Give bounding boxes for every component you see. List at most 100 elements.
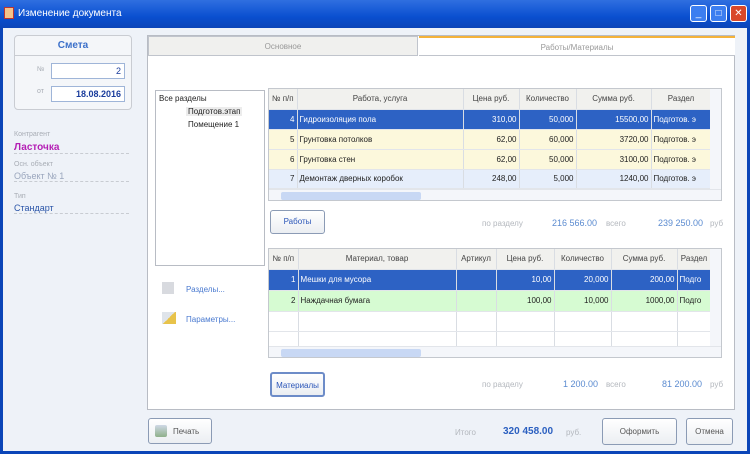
vertical-scrollbar[interactable]: [710, 249, 721, 346]
col-header[interactable]: Материал, товар: [298, 249, 457, 270]
cell: 15500,00: [576, 109, 652, 130]
works-total: 239 250.00: [658, 218, 704, 228]
minimize-button[interactable]: _: [690, 5, 707, 22]
close-button[interactable]: ✕: [730, 5, 747, 22]
tree-item[interactable]: Помещение 1: [186, 120, 241, 129]
works-table: № п/п Работа, услуга Цена руб. Количеств…: [268, 88, 722, 201]
number-label: №: [37, 66, 45, 73]
section-tree: Все разделы Подготов.этап Помещение 1: [155, 90, 265, 266]
col-header[interactable]: Количество: [519, 89, 577, 110]
col-header[interactable]: № п/п: [269, 89, 298, 110]
col-header[interactable]: Количество: [554, 249, 612, 270]
maximize-button[interactable]: □: [710, 5, 727, 22]
empty-row: [269, 311, 712, 332]
title-bar: Изменение документа _ □ ✕: [0, 0, 750, 28]
col-header[interactable]: Раздел: [677, 249, 712, 270]
cell: 5: [269, 129, 298, 150]
cell: 100,00: [496, 290, 555, 312]
cell: 1240,00: [576, 169, 652, 189]
counterparty-label: Контрагент: [14, 131, 51, 138]
cell: [456, 290, 497, 312]
print-label: Печать: [173, 427, 200, 436]
cell: 200,00: [611, 269, 678, 291]
materials-section-label: по разделу: [482, 380, 523, 389]
cell: Демонтаж дверных коробок: [297, 169, 464, 189]
table-row[interactable]: 1 Мешки для мусора 10,00 20,000 200,00 Подго: [269, 269, 712, 291]
cell: Подготов. э: [651, 109, 712, 130]
cell: Гидроизоляция пола: [297, 109, 464, 130]
cell: [456, 269, 497, 291]
cell: 3720,00: [576, 129, 652, 150]
cell: 2: [269, 290, 299, 312]
print-button[interactable]: Печать: [148, 418, 212, 444]
cell: 248,00: [463, 169, 520, 189]
cell: 3100,00: [576, 149, 652, 170]
sections-icon: [162, 282, 174, 294]
col-header[interactable]: Цена руб.: [463, 89, 520, 110]
parameters-link[interactable]: Параметры...: [186, 315, 235, 324]
object-value[interactable]: Объект № 1: [14, 171, 129, 182]
cell: 1: [269, 269, 299, 291]
works-currency: руб: [710, 219, 724, 228]
materials-table: № п/п Материал, товар Артикул Цена руб. …: [268, 248, 722, 358]
table-row[interactable]: 7 Демонтаж дверных коробок 248,00 5,000 1240…: [269, 169, 712, 189]
col-header[interactable]: № п/п: [269, 249, 299, 270]
cell: 1000,00: [611, 290, 678, 312]
col-header[interactable]: Цена руб.: [496, 249, 555, 270]
col-header[interactable]: Работа, услуга: [297, 89, 464, 110]
app-icon: [4, 7, 14, 19]
cancel-button[interactable]: Отмена: [686, 418, 733, 445]
doc-type-title: Смета: [15, 36, 131, 56]
cell: 10,00: [496, 269, 555, 291]
window-title: Изменение документа: [18, 8, 122, 19]
col-header[interactable]: Артикул: [456, 249, 497, 270]
grand-total: 320 458.00: [503, 426, 554, 437]
cell: Наждачная бумага: [298, 290, 457, 312]
col-header[interactable]: Сумма руб.: [611, 249, 678, 270]
tab-works-materials[interactable]: Работы/Материалы: [419, 36, 735, 56]
submit-button[interactable]: Оформить: [602, 418, 677, 445]
cell: Подготов. э: [651, 149, 712, 170]
horizontal-scrollbar[interactable]: [269, 189, 721, 200]
materials-currency: руб: [710, 380, 724, 389]
type-value[interactable]: Стандарт: [14, 203, 129, 214]
materials-section-sum: 1 200.00: [563, 379, 599, 389]
cell: 4: [269, 109, 298, 130]
cell: 6: [269, 149, 298, 170]
number-input[interactable]: 2: [51, 63, 125, 79]
date-label: от: [37, 88, 44, 95]
cell: 310,00: [463, 109, 520, 130]
table-row[interactable]: 4 Гидроизоляция пола 310,00 50,000 15500,00 П…: [269, 109, 712, 130]
cell: 7: [269, 169, 298, 189]
grand-total-currency: руб.: [566, 428, 582, 437]
cell: 62,00: [463, 129, 520, 150]
tree-root[interactable]: Все разделы: [159, 94, 207, 103]
counterparty-value[interactable]: Ласточка: [14, 142, 129, 154]
tab-main[interactable]: Основное: [148, 36, 418, 56]
works-header: № п/п Работа, услуга Цена руб. Количеств…: [269, 89, 712, 110]
printer-icon: [155, 425, 167, 437]
materials-button[interactable]: Материалы: [270, 372, 325, 397]
col-header[interactable]: Сумма руб.: [576, 89, 652, 110]
sections-link[interactable]: Разделы...: [186, 285, 225, 294]
tree-item[interactable]: Подготов.этап: [186, 107, 243, 116]
document-header-group: Смета № 2 от 18.08.2016: [14, 35, 132, 110]
parameters-icon: [162, 312, 176, 324]
type-label: Тип: [14, 193, 26, 200]
table-row[interactable]: 5 Грунтовка потолков 62,00 60,000 3720,00 Под…: [269, 129, 712, 150]
cell: 20,000: [554, 269, 612, 291]
vertical-scrollbar[interactable]: [710, 89, 721, 189]
horizontal-scrollbar[interactable]: [269, 346, 721, 357]
table-row[interactable]: 6 Грунтовка стен 62,00 50,000 3100,00 Подгото…: [269, 149, 712, 170]
works-button[interactable]: Работы: [270, 210, 325, 234]
object-label: Осн. объект: [14, 161, 53, 168]
works-section-sum: 216 566.00: [552, 218, 598, 228]
date-input[interactable]: 18.08.2016: [51, 86, 125, 102]
cell: Грунтовка потолков: [297, 129, 464, 150]
table-row[interactable]: 2 Наждачная бумага 100,00 10,000 1000,00 Подг…: [269, 290, 712, 312]
cell: 62,00: [463, 149, 520, 170]
col-header[interactable]: Раздел: [651, 89, 712, 110]
cell: Подготов. э: [651, 129, 712, 150]
cell: 5,000: [519, 169, 577, 189]
cell: 10,000: [554, 290, 612, 312]
